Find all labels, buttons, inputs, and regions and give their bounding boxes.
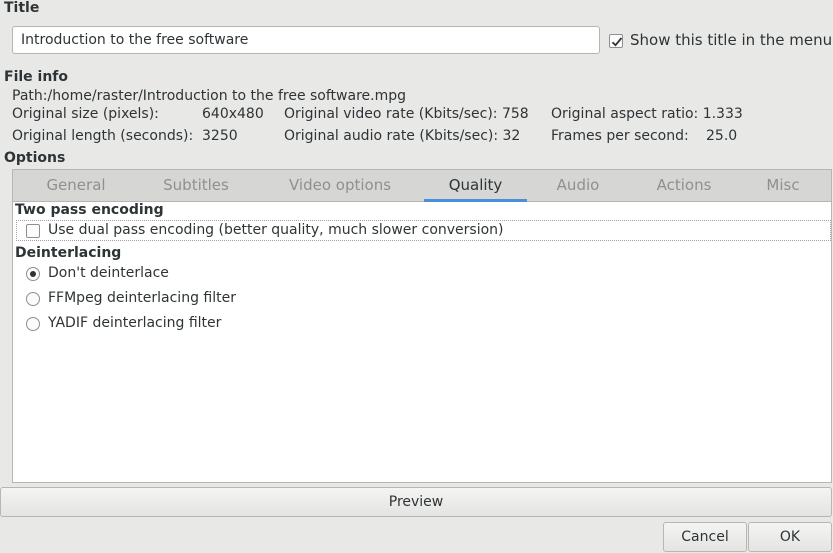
radio-yadif-filter-label: YADIF deinterlacing filter <box>48 315 222 331</box>
title-heading: Title <box>4 0 40 16</box>
deinterlacing-heading: Deinterlacing <box>15 245 122 261</box>
tab-bar: General Subtitles Video options Quality … <box>13 170 831 202</box>
original-length-value: 3250 <box>202 128 238 144</box>
tab-quality[interactable]: Quality <box>424 170 527 201</box>
dual-pass-checkbox[interactable] <box>26 224 40 238</box>
ok-button[interactable]: OK <box>748 522 832 552</box>
options-heading: Options <box>4 150 66 166</box>
radio-yadif-filter[interactable] <box>26 317 40 331</box>
tab-audio[interactable]: Audio <box>543 170 613 201</box>
show-title-checkbox[interactable] <box>609 34 623 48</box>
radio-dont-deinterlace-label: Don't deinterlace <box>48 265 169 281</box>
original-size-value: 640x480 <box>202 106 264 122</box>
active-tab-indicator <box>424 199 527 202</box>
two-pass-heading: Two pass encoding <box>15 202 164 218</box>
title-entry[interactable]: Introduction to the free software <box>12 26 600 54</box>
original-video-rate: Original video rate (Kbits/sec): 758 <box>284 106 529 122</box>
original-audio-rate: Original audio rate (Kbits/sec): 32 <box>284 128 521 144</box>
fps-label: Frames per second: <box>551 128 689 144</box>
tab-subtitles[interactable]: Subtitles <box>146 170 246 201</box>
preview-button[interactable]: Preview <box>0 487 832 517</box>
dual-pass-label: Use dual pass encoding (better quality, … <box>48 222 504 238</box>
tab-video-options[interactable]: Video options <box>273 170 407 201</box>
original-size-label: Original size (pixels): <box>12 106 159 122</box>
tab-misc[interactable]: Misc <box>753 170 813 201</box>
radio-ffmpeg-filter-label: FFMpeg deinterlacing filter <box>48 290 236 306</box>
fps-value: 25.0 <box>706 128 738 144</box>
file-info-heading: File info <box>4 69 69 85</box>
checkmark-icon <box>611 37 623 47</box>
radio-dont-deinterlace[interactable] <box>26 267 40 281</box>
file-path: Path:/home/raster/Introduction to the fr… <box>12 88 406 104</box>
original-length-label: Original length (seconds): <box>12 128 194 144</box>
tab-general[interactable]: General <box>33 170 119 201</box>
radio-ffmpeg-filter[interactable] <box>26 292 40 306</box>
cancel-button[interactable]: Cancel <box>663 522 747 552</box>
original-aspect-ratio: Original aspect ratio: 1.333 <box>551 106 743 122</box>
show-title-label: Show this title in the menu <box>630 31 833 49</box>
tab-actions[interactable]: Actions <box>639 170 729 201</box>
